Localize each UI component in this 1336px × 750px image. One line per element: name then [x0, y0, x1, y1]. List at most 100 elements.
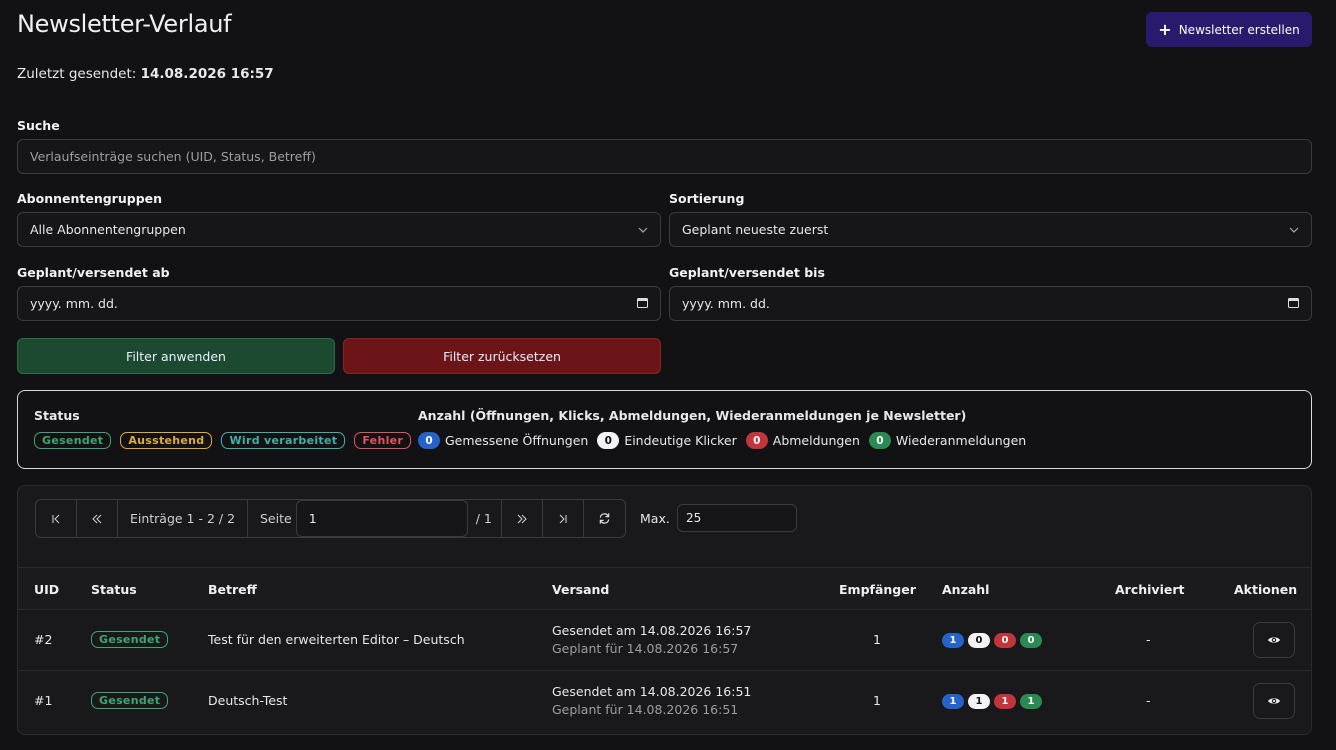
- row-planned-for: Geplant für 14.08.2026 16:51: [552, 702, 739, 717]
- opens-pill: 1: [942, 694, 964, 709]
- apply-filter-button[interactable]: Filter anwenden: [17, 338, 335, 374]
- sort-select[interactable]: Geplant neueste zuerst: [669, 212, 1312, 247]
- row-shipping: Gesendet am 14.08.2026 16:57 Geplant für…: [552, 623, 751, 656]
- row-recipients: 1: [873, 693, 881, 708]
- page-title: Newsletter-Verlauf: [17, 10, 232, 38]
- row-status-badge: Gesendet: [91, 631, 169, 648]
- search-label: Suche: [17, 118, 60, 133]
- row-counts: 1 1 1 1: [942, 694, 1042, 709]
- next-page-button[interactable]: [502, 500, 543, 537]
- table-row: #2 Gesendet Test für den erweiterten Edi…: [18, 610, 1311, 671]
- date-to-value: yyyy. mm. dd.: [682, 296, 770, 311]
- status-badge-error: Fehler: [354, 432, 412, 449]
- col-uid[interactable]: UID: [34, 582, 59, 597]
- count-pill: 0: [418, 432, 440, 449]
- count-pill: 0: [745, 432, 768, 449]
- row-recipients: 1: [873, 632, 881, 647]
- row-subject: Deutsch-Test: [208, 693, 288, 708]
- chevron-down-icon: [638, 223, 648, 236]
- counts-legend: Anzahl (Öffnungen, Klicks, Abmeldungen, …: [418, 408, 1035, 449]
- row-uid: #2: [34, 632, 53, 647]
- clicks-pill: 0: [968, 633, 990, 648]
- count-label: Eindeutige Klicker: [624, 433, 737, 448]
- date-to-input[interactable]: yyyy. mm. dd.: [669, 286, 1312, 321]
- eye-icon: [1268, 698, 1280, 704]
- clicks-pill: 1: [968, 694, 990, 709]
- col-actions: Aktionen: [1234, 582, 1298, 597]
- opens-pill: 1: [942, 633, 964, 648]
- sort-label: Sortierung: [669, 191, 745, 206]
- col-archived[interactable]: Archiviert: [1115, 582, 1184, 597]
- groups-select[interactable]: Alle Abonnentengruppen: [17, 212, 661, 247]
- status-badge-sent: Gesendet: [34, 432, 112, 449]
- history-table-panel: Einträge 1 - 2 / 2 Seite 1 / 1 Max. 25 U…: [17, 485, 1312, 735]
- date-from-input[interactable]: yyyy. mm. dd.: [17, 286, 661, 321]
- row-shipping: Gesendet am 14.08.2026 16:51 Geplant für…: [552, 684, 751, 717]
- count-label: Abmeldungen: [772, 433, 860, 448]
- date-from-label: Geplant/versendet ab: [17, 265, 170, 280]
- prev-page-button[interactable]: [77, 500, 118, 537]
- legend-box: Status Gesendet Ausstehend Wird verarbei…: [17, 390, 1312, 469]
- view-button[interactable]: [1253, 622, 1295, 658]
- col-status[interactable]: Status: [91, 582, 137, 597]
- count-label: Wiederanmeldungen: [895, 433, 1027, 448]
- row-status-badge: Gesendet: [91, 692, 169, 709]
- row-archived: -: [1146, 693, 1151, 708]
- page-selector: Seite 1 / 1: [248, 500, 502, 537]
- status-badge-processing: Wird verarbeitet: [221, 432, 346, 449]
- page-total: / 1: [475, 511, 492, 526]
- last-sent-info: Zuletzt gesendet: 14.08.2026 16:57: [17, 66, 274, 82]
- calendar-icon[interactable]: [1288, 297, 1299, 311]
- plus-icon: +: [1158, 19, 1172, 39]
- last-page-icon: [559, 514, 567, 523]
- max-input[interactable]: 25: [677, 504, 797, 532]
- counts-legend-title: Anzahl (Öffnungen, Klicks, Abmeldungen, …: [418, 408, 967, 423]
- row-uid: #1: [34, 693, 53, 708]
- refresh-button[interactable]: [584, 500, 625, 537]
- first-page-button[interactable]: [36, 500, 77, 537]
- page-label: Seite: [260, 511, 292, 526]
- entries-info: Einträge 1 - 2 / 2: [118, 500, 248, 537]
- reset-filter-button[interactable]: Filter zurücksetzen: [343, 338, 661, 374]
- refresh-icon: [599, 513, 610, 524]
- last-page-button[interactable]: [543, 500, 584, 537]
- count-legend-opens: 0 Gemessene Öffnungen: [418, 432, 588, 449]
- chevron-down-icon: [1289, 223, 1299, 236]
- first-page-icon: [52, 514, 60, 523]
- date-from-value: yyyy. mm. dd.: [30, 296, 118, 311]
- groups-label: Abonnentengruppen: [17, 191, 163, 206]
- create-newsletter-button[interactable]: + Newsletter erstellen: [1146, 12, 1312, 47]
- view-button[interactable]: [1253, 683, 1295, 719]
- pagination: Einträge 1 - 2 / 2 Seite 1 / 1: [35, 499, 626, 538]
- col-recipients[interactable]: Empfänger: [839, 582, 916, 597]
- table-row: #1 Gesendet Deutsch-Test Gesendet am 14.…: [18, 671, 1311, 732]
- count-pill: 0: [868, 432, 891, 449]
- col-shipping[interactable]: Versand: [552, 582, 609, 597]
- row-subject: Test für den erweiterten Editor – Deutsc…: [208, 632, 465, 647]
- row-sent-at: Gesendet am 14.08.2026 16:57: [552, 623, 752, 638]
- resubscribes-pill: 1: [1020, 694, 1042, 709]
- status-legend-title: Status: [34, 408, 80, 423]
- status-legend: Status Gesendet Ausstehend Wird verarbei…: [34, 408, 412, 449]
- last-sent-label: Zuletzt gesendet:: [17, 66, 137, 82]
- count-legend-clicks: 0 Eindeutige Klicker: [597, 432, 737, 449]
- count-legend-unsubscribes: 0 Abmeldungen: [745, 432, 860, 449]
- count-legend-resubscribes: 0 Wiederanmeldungen: [868, 432, 1027, 449]
- col-counts[interactable]: Anzahl: [942, 582, 989, 597]
- create-newsletter-label: Newsletter erstellen: [1178, 22, 1300, 37]
- count-pill: 0: [597, 432, 620, 449]
- groups-select-value: Alle Abonnentengruppen: [30, 222, 186, 237]
- double-chevron-left-icon: [92, 514, 102, 523]
- col-subject[interactable]: Betreff: [208, 582, 257, 597]
- status-badge-pending: Ausstehend: [120, 432, 213, 449]
- calendar-icon[interactable]: [637, 297, 648, 311]
- page-input[interactable]: 1: [295, 500, 468, 537]
- unsubscribes-pill: 1: [994, 694, 1016, 709]
- row-planned-for: Geplant für 14.08.2026 16:57: [552, 641, 739, 656]
- last-sent-value: 14.08.2026 16:57: [140, 66, 274, 82]
- unsubscribes-pill: 0: [994, 633, 1016, 648]
- row-sent-at: Gesendet am 14.08.2026 16:51: [552, 684, 752, 699]
- row-counts: 1 0 0 0: [942, 633, 1042, 648]
- date-to-label: Geplant/versendet bis: [669, 265, 825, 280]
- search-input[interactable]: Verlaufseinträge suchen (UID, Status, Be…: [17, 139, 1312, 174]
